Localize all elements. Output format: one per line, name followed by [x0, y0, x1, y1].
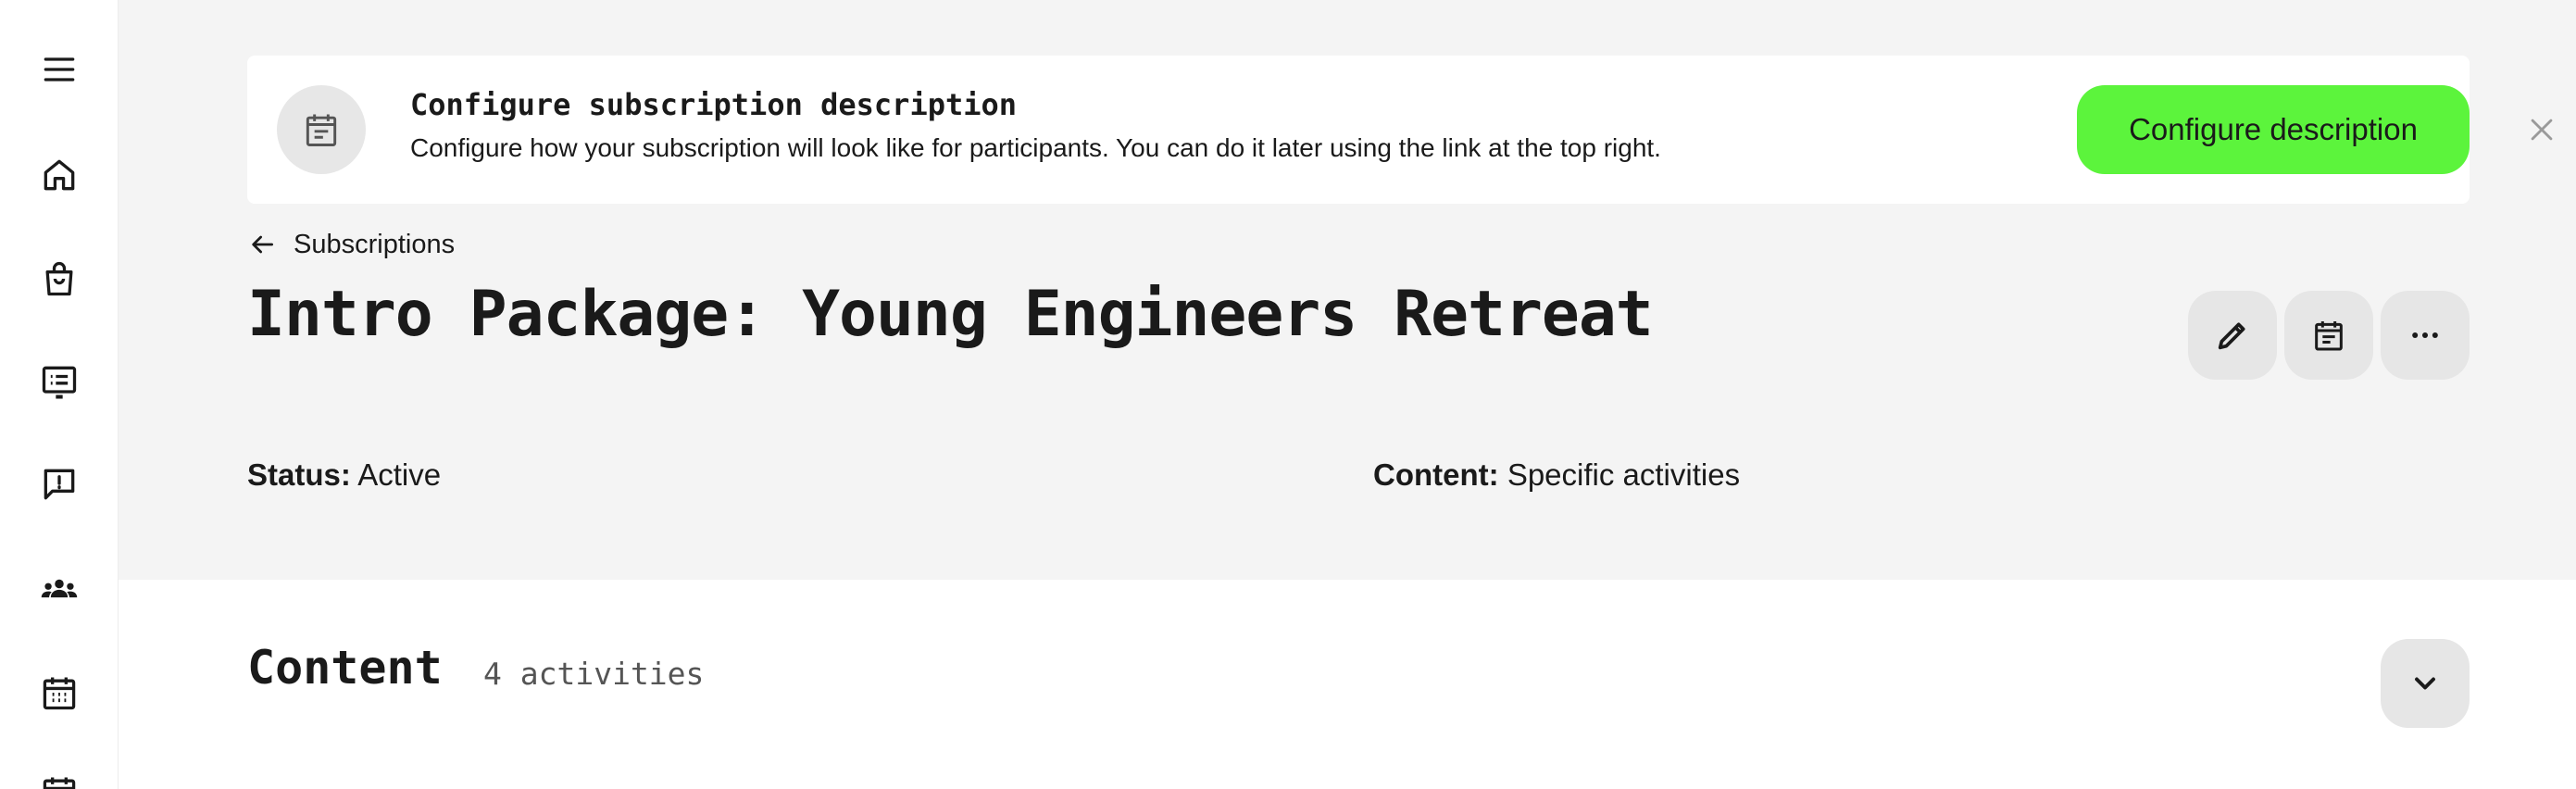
- description-icon: [2315, 321, 2343, 351]
- pencil-icon: [2218, 322, 2245, 350]
- main-content: Configure subscription description Confi…: [119, 0, 2576, 789]
- breadcrumb-label: Subscriptions: [294, 229, 456, 259]
- configure-description-button[interactable]: Configure description: [2077, 85, 2470, 174]
- chevron-down-icon: [2415, 677, 2435, 690]
- menu-icon[interactable]: [33, 44, 85, 95]
- status-value: Active: [357, 457, 442, 492]
- home-icon[interactable]: [33, 149, 85, 201]
- toggle-content-button[interactable]: [2381, 639, 2470, 728]
- content-title: Content: [247, 641, 443, 695]
- calendar-icon[interactable]: [33, 767, 85, 789]
- more-icon: [2412, 332, 2438, 338]
- description-icon: [277, 85, 366, 174]
- arrow-left-icon: [252, 235, 273, 254]
- feedback-icon[interactable]: [33, 458, 85, 510]
- close-icon[interactable]: [2521, 109, 2562, 150]
- content-value: Specific activities: [1507, 457, 1741, 492]
- content-field: Content: Specific activities: [1373, 457, 1740, 493]
- configure-description-banner: Configure subscription description Confi…: [247, 56, 2553, 204]
- activities-count: 4 activities: [483, 656, 705, 692]
- subscriptions-icon[interactable]: [33, 356, 85, 407]
- more-options-button[interactable]: [2381, 291, 2470, 380]
- shopping-bag-icon[interactable]: [33, 253, 85, 305]
- banner-title: Configure subscription description: [410, 87, 1018, 122]
- content-label: Content:: [1373, 457, 1499, 492]
- status-label: Status:: [247, 457, 351, 492]
- content-section: Content 4 activities: [119, 580, 2576, 789]
- users-icon[interactable]: [33, 563, 85, 615]
- page-title: Intro Package: Young Engineers Retreat: [247, 278, 1654, 351]
- breadcrumb[interactable]: Subscriptions: [247, 224, 455, 265]
- banner-text: Configure how your subscription will loo…: [410, 133, 1661, 162]
- status-field: Status: Active: [247, 457, 441, 493]
- sidebar: [0, 0, 119, 789]
- edit-button[interactable]: [2188, 291, 2277, 380]
- description-button[interactable]: [2284, 291, 2373, 380]
- calendar-icon[interactable]: [33, 667, 85, 719]
